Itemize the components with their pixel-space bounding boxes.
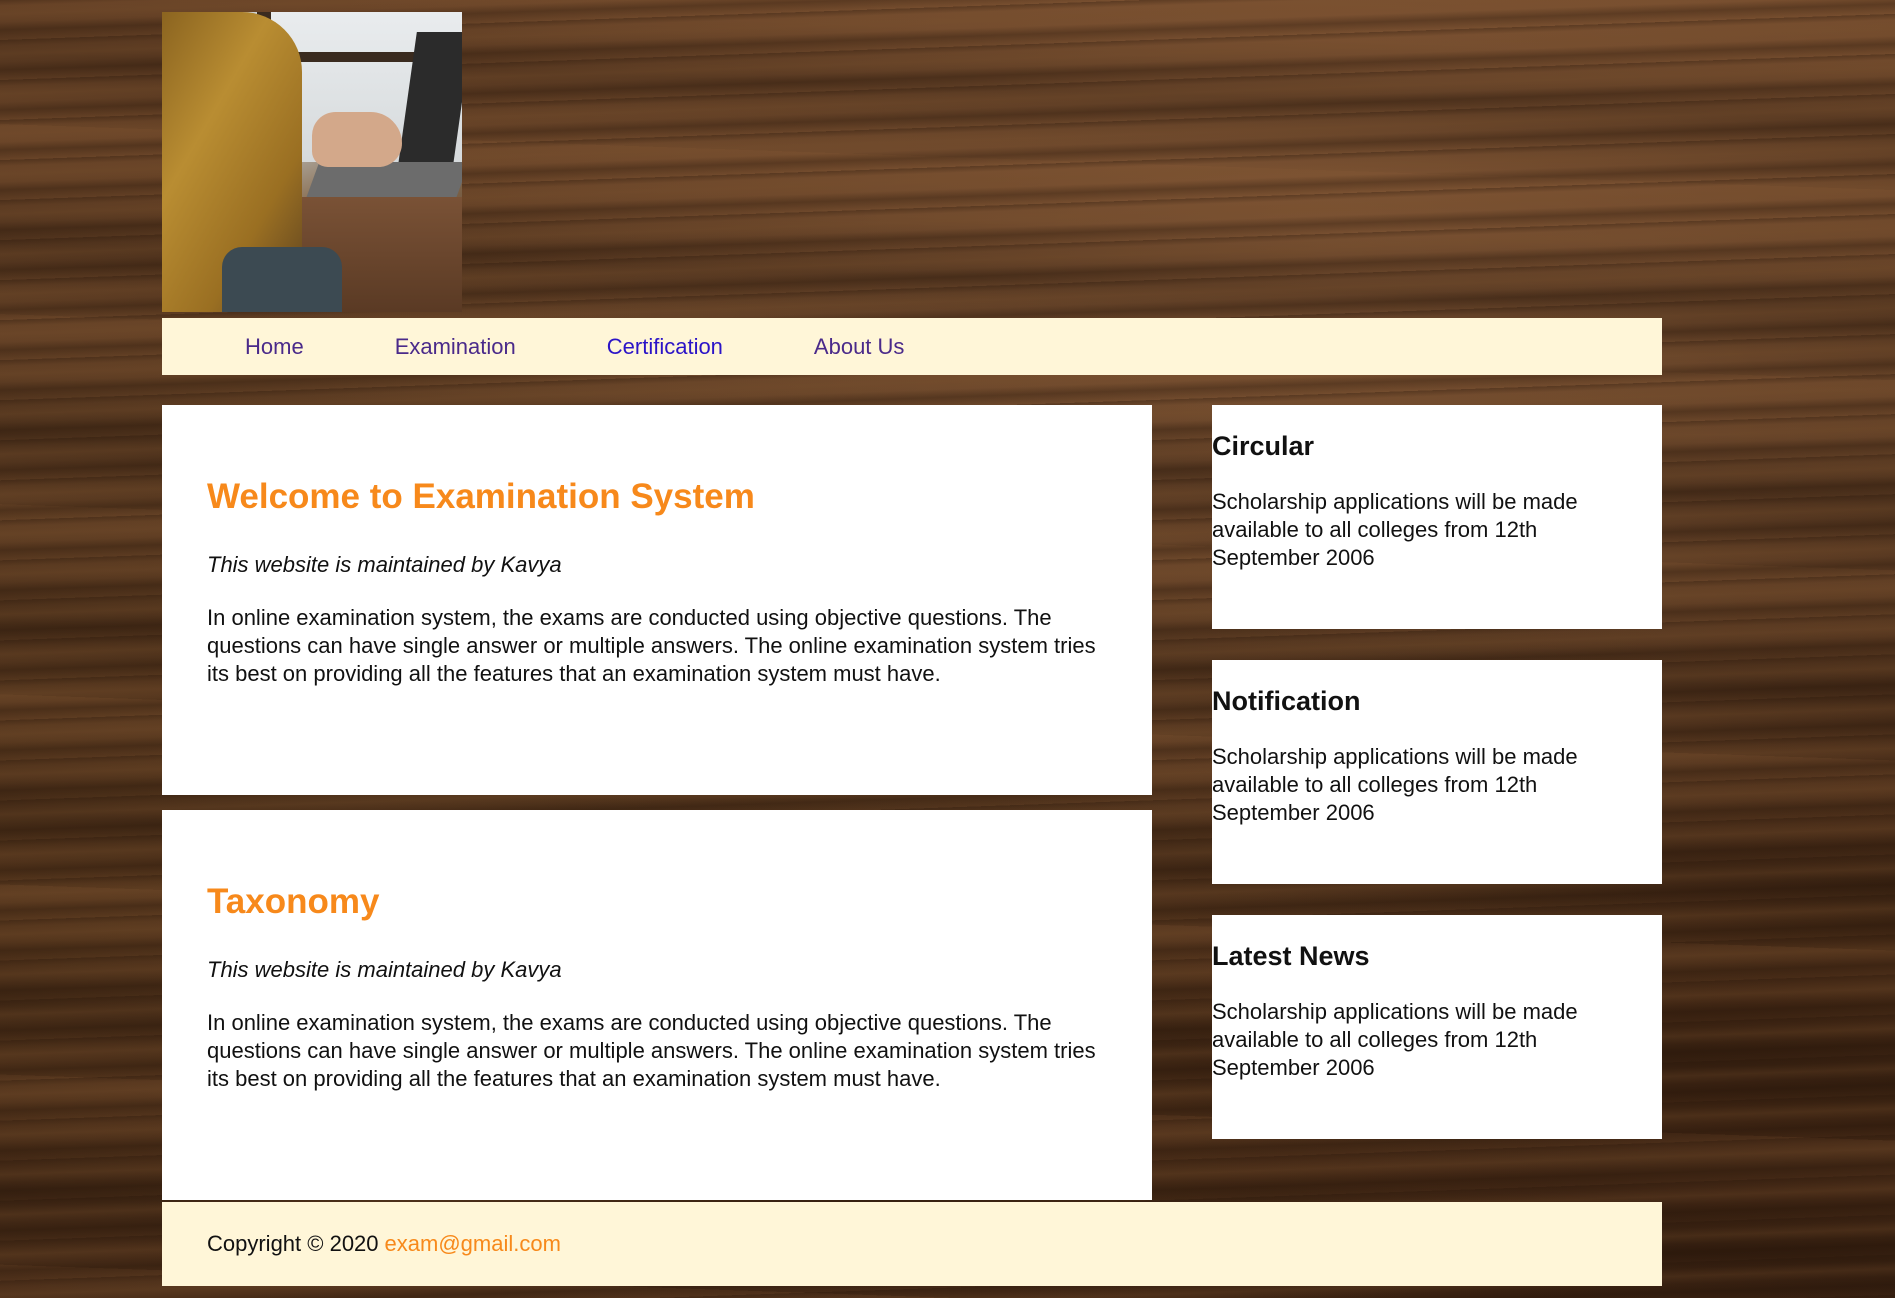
page-wrapper: Home Examination Certification About Us …	[162, 12, 1662, 1286]
article-taxonomy: Taxonomy This website is maintained by K…	[162, 810, 1152, 1200]
hero-hands	[312, 112, 402, 167]
page-footer: Copyright © 2020 exam@gmail.com	[162, 1202, 1662, 1286]
sidebar-box-title: Circular	[1212, 431, 1315, 461]
footer-copyright: Copyright © 2020	[207, 1231, 379, 1256]
sidebar-box-title: Latest News	[1212, 941, 1370, 971]
sidebar-box-text: Scholarship applications will be made av…	[1212, 744, 1578, 825]
sidebar-box-circular: Circular Scholarship applications will b…	[1212, 405, 1662, 629]
hero-jeans	[222, 247, 342, 312]
nav-home-link[interactable]: Home	[245, 334, 304, 360]
article-body: In online examination system, the exams …	[207, 1010, 1096, 1091]
sidebar-box-latest-news: Latest News Scholarship applications wil…	[1212, 915, 1662, 1139]
sidebar-box-title: Notification	[1212, 686, 1361, 716]
article-body: In online examination system, the exams …	[207, 605, 1096, 686]
sidebar-box-text: Scholarship applications will be made av…	[1212, 489, 1578, 570]
sidebar-box-text: Scholarship applications will be made av…	[1212, 999, 1578, 1080]
main-content: Welcome to Examination System This websi…	[162, 405, 1662, 1200]
article-byline: This website is maintained by Kavya	[207, 957, 562, 982]
article-welcome: Welcome to Examination System This websi…	[162, 405, 1152, 795]
main-nav: Home Examination Certification About Us	[162, 318, 1662, 375]
sidebar-box-notification: Notification Scholarship applications wi…	[1212, 660, 1662, 884]
nav-about-us-link[interactable]: About Us	[814, 334, 905, 360]
article-title: Welcome to Examination System	[207, 477, 755, 516]
article-byline: This website is maintained by Kavya	[207, 552, 562, 577]
nav-examination-link[interactable]: Examination	[395, 334, 516, 360]
nav-certification-link[interactable]: Certification	[607, 334, 723, 360]
sidebar: Circular Scholarship applications will b…	[1212, 405, 1662, 1200]
footer-email-link[interactable]: exam@gmail.com	[385, 1231, 561, 1257]
header-image	[162, 12, 462, 312]
articles-column: Welcome to Examination System This websi…	[162, 405, 1152, 1200]
hero-laptop-keyboard	[304, 162, 462, 202]
article-title: Taxonomy	[207, 882, 380, 921]
